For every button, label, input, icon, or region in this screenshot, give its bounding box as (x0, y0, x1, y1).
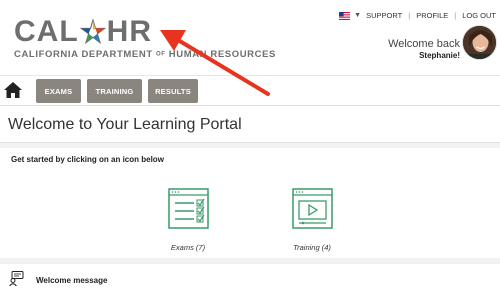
divider: | (454, 11, 457, 20)
language-dropdown-caret-icon[interactable]: ▼ (354, 12, 361, 19)
main-nav: EXAMS TRAINING RESULTS (0, 75, 500, 105)
logo-wordmark: CAL HR (14, 17, 276, 47)
logo-text-right: HR (106, 15, 152, 48)
support-link[interactable]: SUPPORT (366, 11, 402, 20)
avatar[interactable] (462, 25, 497, 60)
checklist-icon (167, 188, 209, 229)
nav-training-button[interactable]: TRAINING (87, 79, 142, 103)
header: CAL HR CALIFORNIA DEPARTMENT OF HUMAN RE… (0, 0, 500, 75)
us-flag-icon[interactable] (339, 11, 351, 20)
exams-card[interactable]: Exams (7) (143, 188, 233, 252)
star-icon (79, 19, 106, 45)
training-card[interactable]: Training (4) (267, 188, 357, 252)
welcome-back-text: Welcome back (388, 38, 460, 50)
calhr-logo[interactable]: CAL HR CALIFORNIA DEPARTMENT OF HUMAN RE… (14, 17, 276, 61)
logo-subtitle-of: OF (155, 51, 166, 58)
logo-subtitle: CALIFORNIA DEPARTMENT OF HUMAN RESOURCES (14, 49, 276, 60)
page-title: Welcome to Your Learning Portal (8, 116, 242, 133)
page-title-bar: Welcome to Your Learning Portal (0, 105, 500, 143)
get-started-panel: Get started by clicking on an icon below… (0, 148, 500, 258)
nav-exams-button[interactable]: EXAMS (36, 79, 81, 103)
learning-portal-page: CAL HR CALIFORNIA DEPARTMENT OF HUMAN RE… (0, 0, 500, 295)
exams-card-label: Exams (7) (170, 243, 206, 252)
logout-link[interactable]: LOG OUT (462, 11, 496, 20)
home-icon[interactable] (4, 82, 22, 98)
avatar-photo (463, 26, 496, 59)
profile-link[interactable]: PROFILE (416, 11, 448, 20)
chat-person-icon (9, 271, 24, 286)
video-player-icon (291, 188, 333, 229)
divider: | (408, 11, 411, 20)
nav-results-button[interactable]: RESULTS (148, 79, 198, 103)
user-name: Stephanie! (419, 51, 460, 60)
welcome-message-label: Welcome message (36, 276, 108, 285)
get-started-prompt: Get started by clicking on an icon below (11, 155, 164, 164)
top-utility-nav: ▼ SUPPORT | PROFILE | LOG OUT (339, 11, 496, 20)
logo-subtitle-right: HUMAN RESOURCES (165, 49, 276, 60)
logo-text-left: CAL (14, 15, 79, 48)
welcome-block: Welcome back Stephanie! (388, 38, 460, 60)
training-card-label: Training (4) (293, 243, 331, 252)
logo-subtitle-left: CALIFORNIA DEPARTMENT (14, 49, 156, 60)
welcome-message-bar[interactable]: Welcome message (0, 264, 500, 295)
